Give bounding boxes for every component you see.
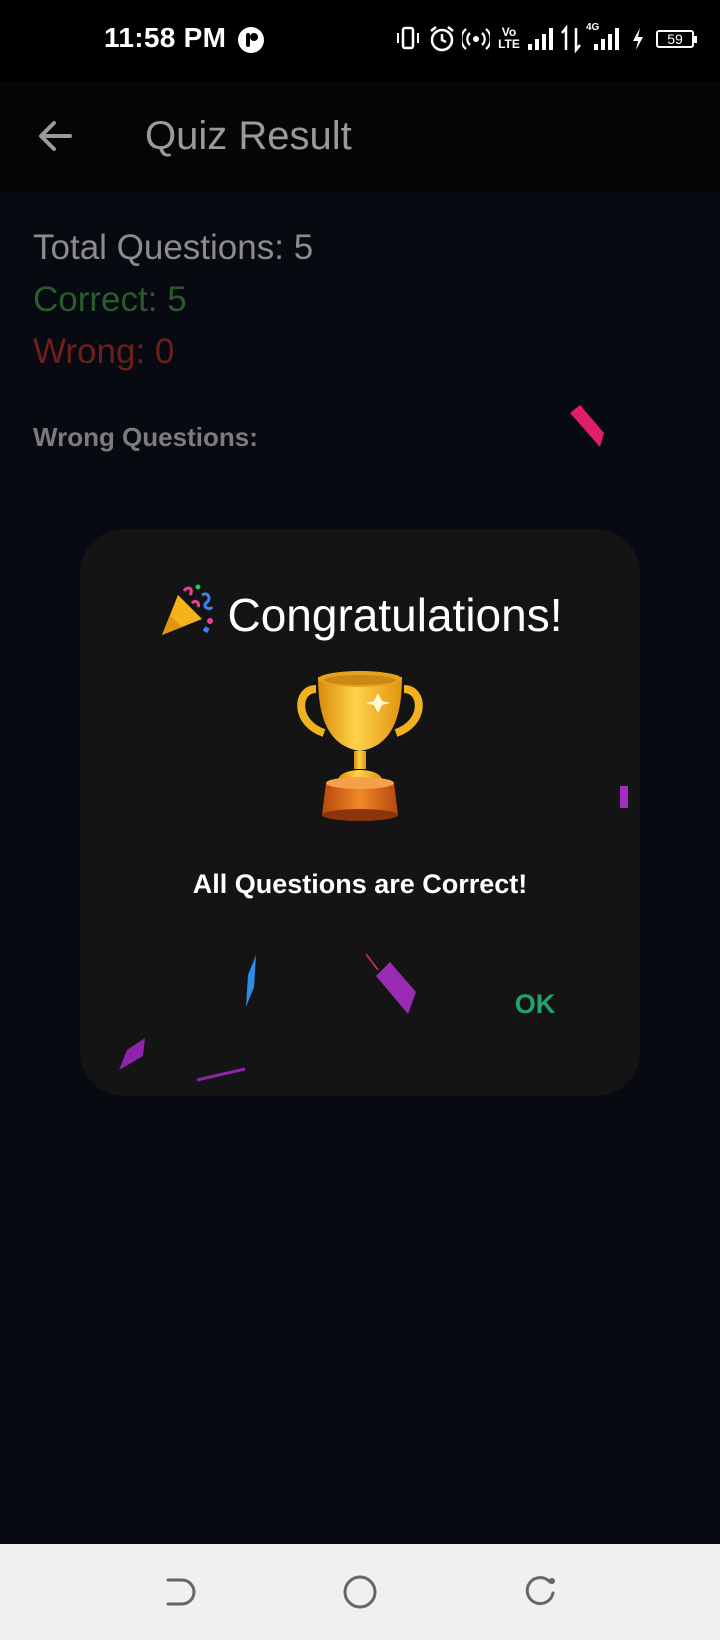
vibrate-icon xyxy=(397,26,419,50)
alarm-icon xyxy=(430,26,454,52)
dialog-title-text: Congratulations! xyxy=(227,589,563,641)
signal-icon-1 xyxy=(528,28,553,50)
correct-count-text: Correct: 5 xyxy=(33,280,187,319)
confetti-piece-blue xyxy=(246,955,256,1007)
status-time: 11:58 PM xyxy=(104,22,227,53)
party-popper-icon xyxy=(161,584,213,635)
confetti-piece-purple-small xyxy=(620,786,628,808)
data-transfer-icon xyxy=(561,24,581,54)
status-bar: 11:58 PM Vo LTE 4G 59 xyxy=(0,0,720,82)
system-nav-bar xyxy=(0,1544,720,1640)
congratulations-dialog: Congratulations! All Questions are Corre xyxy=(80,529,640,1096)
app-notification-icon xyxy=(238,27,264,53)
volte-icon: Vo LTE xyxy=(498,25,520,51)
charging-icon xyxy=(633,28,643,50)
hotspot-icon xyxy=(462,28,490,50)
success-message: All Questions are Correct! xyxy=(192,869,528,899)
total-questions-text: Total Questions: 5 xyxy=(33,228,314,267)
home-icon[interactable] xyxy=(340,1572,380,1612)
dialog-title: Congratulations! xyxy=(80,581,640,645)
signal-icon-2 xyxy=(594,28,619,50)
back-icon[interactable] xyxy=(160,1572,200,1612)
confetti-piece-purple-corner xyxy=(119,1038,145,1070)
wrong-count-text: Wrong: 0 xyxy=(33,332,175,371)
battery-indicator: 59 xyxy=(656,30,697,48)
confetti-streak-purple xyxy=(196,1067,246,1082)
confetti-piece-purple-large xyxy=(365,953,416,1014)
recents-icon[interactable] xyxy=(520,1572,560,1612)
page-title: Quiz Result xyxy=(145,114,352,158)
app-bar: Quiz Result xyxy=(0,82,720,192)
arrow-left-icon[interactable] xyxy=(30,110,82,162)
trophy-icon xyxy=(297,671,423,821)
confetti-piece-pink xyxy=(570,405,604,447)
status-icons: Vo LTE 4G 59 xyxy=(394,22,697,56)
wrong-questions-heading: Wrong Questions: xyxy=(33,422,258,452)
ok-button[interactable]: OK xyxy=(500,979,570,1029)
